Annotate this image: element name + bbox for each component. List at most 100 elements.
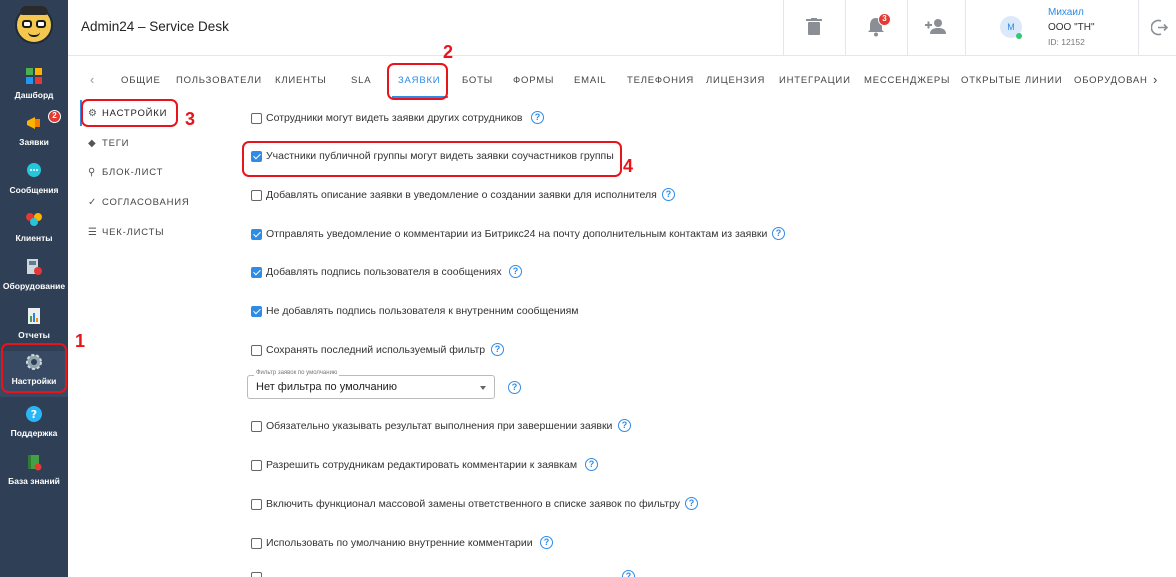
chat-icon <box>27 163 41 177</box>
app-root: Дашборд 2 Заявки Сообщения Клиенты Обору… <box>0 0 1176 577</box>
sidebar-item-tickets[interactable]: 2 Заявки <box>0 110 68 158</box>
logo-eye-right <box>36 20 46 28</box>
reports-icon <box>28 308 40 324</box>
checkbox[interactable] <box>251 499 262 510</box>
tab-bots[interactable]: БОТЫ <box>462 75 493 86</box>
svg-text:?: ? <box>31 408 37 421</box>
tabs-scroll-right-icon[interactable]: › <box>1153 72 1157 87</box>
dashboard-icon <box>26 68 42 84</box>
book-icon <box>28 455 42 471</box>
annotation-number-4: 4 <box>623 156 634 176</box>
checkbox[interactable] <box>251 572 262 577</box>
tickets-badge: 2 <box>48 110 61 123</box>
check-circle-icon: ✓ <box>88 197 98 208</box>
sidebar-item-equipment[interactable]: Оборудование <box>0 256 68 302</box>
checkbox[interactable] <box>251 345 262 356</box>
setting-label: Добавлять подпись пользователя в сообщен… <box>266 266 502 278</box>
user-org: ООО "ТН" <box>1048 22 1095 33</box>
setting-label: Использовать по умолчанию внутренние ком… <box>266 537 533 549</box>
sidebar-item-knowledge-base[interactable]: База знаний <box>0 451 68 497</box>
setting-label: Разрешить сотрудникам редактировать комм… <box>266 459 578 471</box>
submenu-item-approvals[interactable]: ✓ СОГЛАСОВАНИЯ <box>88 197 190 208</box>
logout-button[interactable] <box>1138 0 1176 56</box>
checkbox[interactable] <box>251 538 262 549</box>
tab-users[interactable]: ПОЛЬЗОВАТЕЛИ <box>176 75 262 86</box>
add-user-icon <box>925 19 946 34</box>
help-icon[interactable]: ? <box>585 458 598 471</box>
checkbox[interactable] <box>251 421 262 432</box>
online-status-dot <box>1016 33 1022 39</box>
app-logo[interactable] <box>15 6 53 44</box>
tab-messengers[interactable]: МЕССЕНДЖЕРЫ <box>864 75 950 86</box>
help-icon[interactable]: ? <box>531 111 544 124</box>
tab-license[interactable]: ЛИЦЕНЗИЯ <box>706 75 765 86</box>
sidebar-item-label: Поддержка <box>10 428 58 438</box>
tab-sla[interactable]: SLA <box>351 75 371 86</box>
help-icon[interactable]: ? <box>491 343 504 356</box>
tab-telephony[interactable]: ТЕЛЕФОНИЯ <box>627 75 694 86</box>
select-legend: Фильтр заявок по умолчанию <box>254 370 340 376</box>
caret-down-icon <box>480 386 486 390</box>
sidebar-item-clients[interactable]: Клиенты <box>0 208 68 254</box>
annotation-number-2: 2 <box>443 42 454 62</box>
user-name[interactable]: Михаил <box>1048 7 1084 18</box>
sidebar-item-dashboard[interactable]: Дашборд <box>0 65 68 111</box>
trash-button[interactable] <box>783 0 845 56</box>
checkbox[interactable] <box>251 190 262 201</box>
help-icon[interactable]: ? <box>509 265 522 278</box>
setting-label: Обязательно указывать результат выполнен… <box>266 420 613 432</box>
checkbox[interactable] <box>251 460 262 471</box>
sidebar-item-support[interactable]: ? Поддержка <box>0 403 68 449</box>
tab-open-lines[interactable]: ОТКРЫТЫЕ ЛИНИИ <box>961 75 1062 86</box>
sidebar-item-label: Отчеты <box>18 330 50 340</box>
tabs-scroll-left-icon[interactable]: ‹ <box>90 72 94 87</box>
sidebar-item-label: Заявки <box>19 137 49 147</box>
help-icon[interactable]: ? <box>508 381 521 394</box>
help-icon[interactable]: ? <box>772 227 785 240</box>
submenu-item-tags[interactable]: ◆ ТЕГИ <box>88 138 129 149</box>
setting-label: Сохранять последний используемый фильтр <box>266 344 486 356</box>
submenu-label: БЛОК-ЛИСТ <box>102 167 164 178</box>
checkbox[interactable] <box>251 229 262 240</box>
trash-icon <box>806 18 822 35</box>
setting-label: Сотрудники могут видеть заявки других со… <box>266 112 523 124</box>
tab-clients[interactable]: КЛИЕНТЫ <box>275 75 327 86</box>
tab-general[interactable]: ОБЩИЕ <box>121 75 161 86</box>
default-filter-select[interactable]: Нет фильтра по умолчанию <box>247 375 495 399</box>
annotation-number-3: 3 <box>185 109 196 129</box>
left-sidebar: Дашборд 2 Заявки Сообщения Клиенты Обору… <box>0 0 68 577</box>
submenu-label: СОГЛАСОВАНИЯ <box>102 197 190 208</box>
top-header: Admin24 – Service Desk 3 M Михаил ООО "Т… <box>68 0 1176 56</box>
sidebar-item-messages[interactable]: Сообщения <box>0 160 68 206</box>
help-icon[interactable]: ? <box>618 419 631 432</box>
tab-equipment[interactable]: ОБОРУДОВАН <box>1074 75 1148 86</box>
add-user-button[interactable] <box>907 0 965 56</box>
help-icon[interactable]: ? <box>685 497 698 510</box>
user-id: ID: 12152 <box>1048 37 1085 47</box>
annotation-box-settings-nav <box>1 343 67 393</box>
checkbox[interactable] <box>251 113 262 124</box>
logo-hair <box>20 6 48 15</box>
help-icon[interactable]: ? <box>540 536 553 549</box>
notifications-button[interactable]: 3 <box>845 0 907 56</box>
app-title: Admin24 – Service Desk <box>81 19 229 34</box>
checkbox[interactable] <box>251 267 262 278</box>
setting-label: Не добавлять подпись пользователя к внут… <box>266 305 579 317</box>
submenu-item-checklists[interactable]: ☰ ЧЕК-ЛИСТЫ <box>88 227 164 238</box>
logo-mouth <box>28 32 40 37</box>
setting-label: Добавлять описание заявки в уведомление … <box>266 189 657 201</box>
sidebar-item-label: Сообщения <box>9 185 59 195</box>
submenu-label: ТЕГИ <box>102 138 130 149</box>
annotation-box-tickets-tab <box>387 63 448 100</box>
annotation-box-settings-submenu <box>81 99 178 127</box>
submenu-item-block-list[interactable]: ⚲ БЛОК-ЛИСТ <box>88 167 163 178</box>
help-icon[interactable]: ? <box>662 188 675 201</box>
tab-integrations[interactable]: ИНТЕГРАЦИИ <box>779 75 851 86</box>
setting-label: Включить функционал массовой замены отве… <box>266 498 681 510</box>
user-block-icon: ⚲ <box>88 167 97 178</box>
help-icon[interactable]: ? <box>622 570 635 577</box>
tab-email[interactable]: EMAIL <box>574 75 607 86</box>
checkbox[interactable] <box>251 306 262 317</box>
select-value: Нет фильтра по умолчанию <box>256 381 398 393</box>
tab-forms[interactable]: ФОРМЫ <box>513 75 554 86</box>
